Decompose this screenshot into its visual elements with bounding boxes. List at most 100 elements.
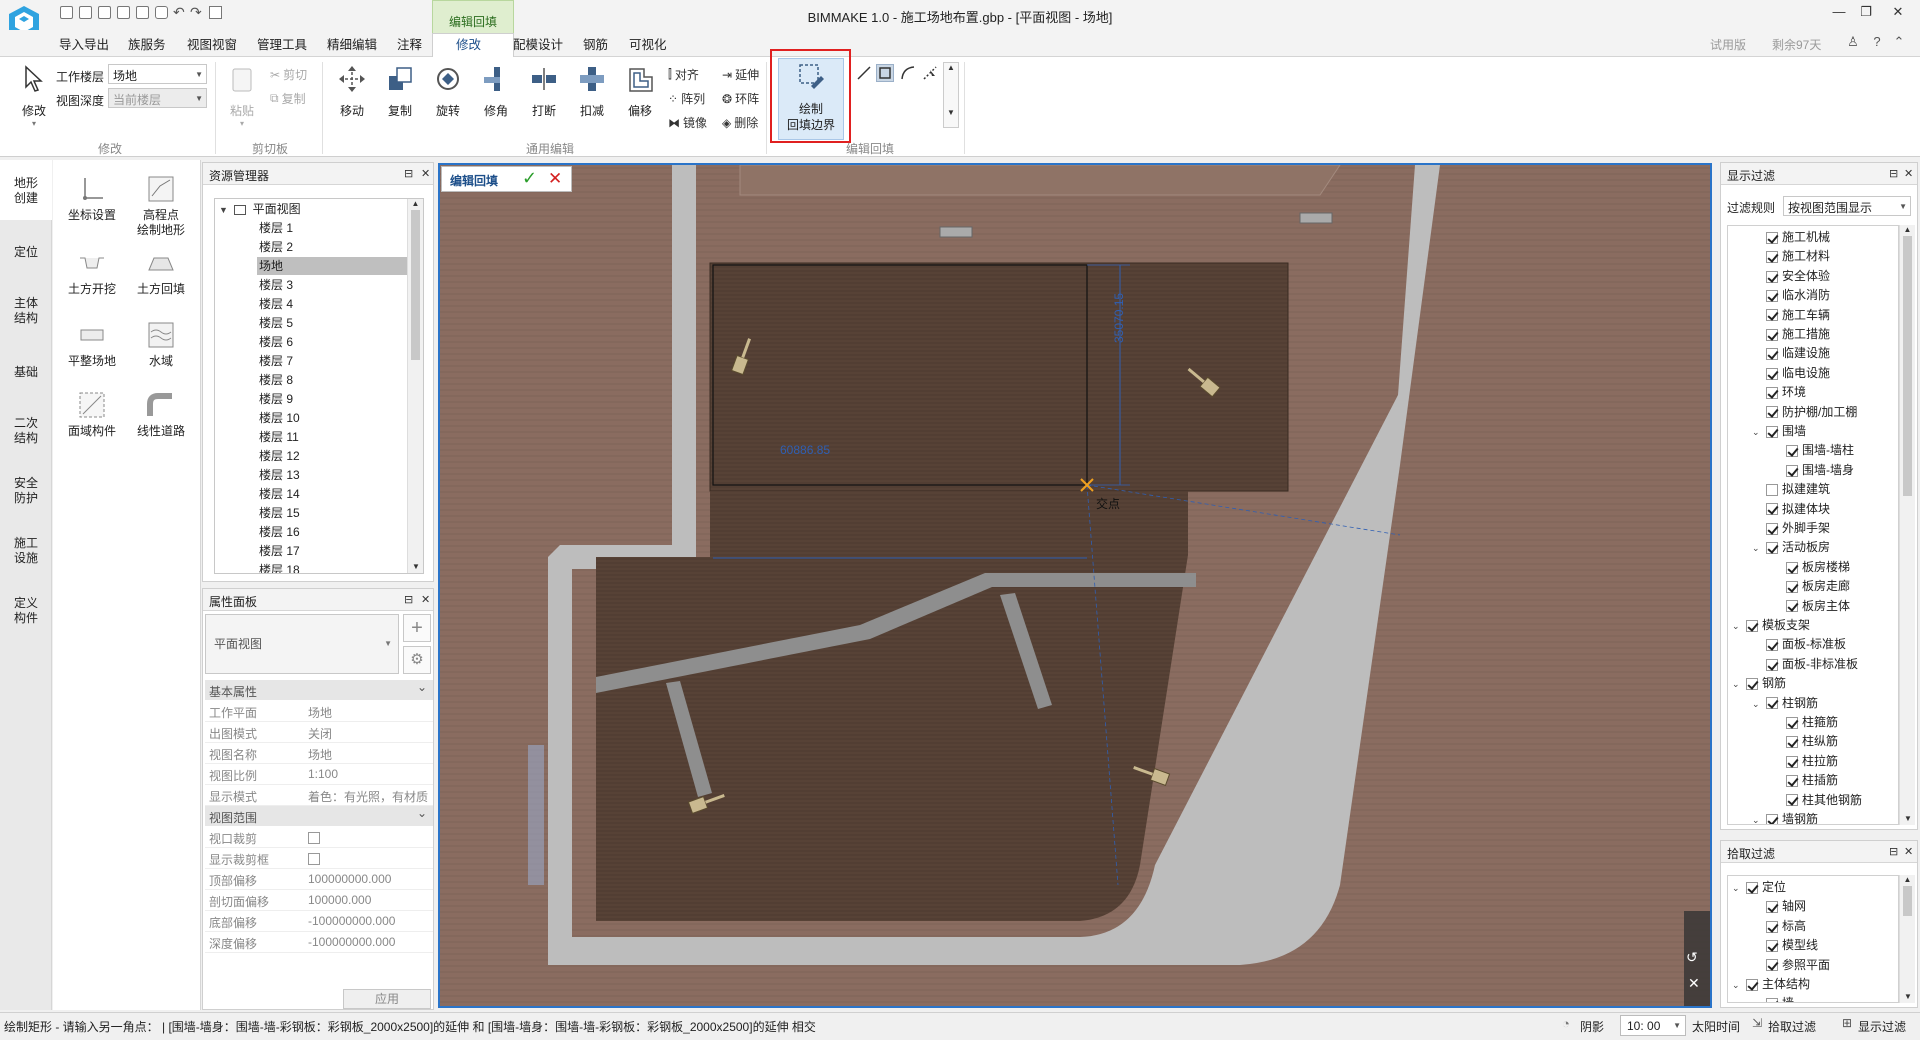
filter-item[interactable]: ⌄ 柱钢筋 xyxy=(1752,694,1818,713)
tree-item-floor[interactable]: 楼层 10 xyxy=(257,409,300,427)
filter-checkbox[interactable] xyxy=(1786,581,1798,594)
tab-rebar[interactable]: 钢筋 xyxy=(583,34,608,53)
dock-icon[interactable]: ⊟ xyxy=(1889,845,1898,858)
property-checkbox[interactable] xyxy=(308,852,320,865)
dock-icon[interactable]: ⊟ xyxy=(404,167,413,180)
filter-checkbox[interactable] xyxy=(1766,658,1778,671)
tab-management-tools[interactable]: 管理工具 xyxy=(257,34,307,53)
tree-item-floor[interactable]: 楼层 14 xyxy=(257,485,300,503)
tree-scrollbar[interactable]: ▲ ▼ xyxy=(407,199,423,573)
tree-item-floor[interactable]: 楼层 3 xyxy=(257,276,293,294)
trim-corner-button[interactable]: 修角 xyxy=(477,62,515,119)
ribbon-collapse-icon[interactable]: ⌃ xyxy=(1890,34,1908,50)
cut-button[interactable]: ✂ 剪切 xyxy=(270,66,307,83)
expand-icon[interactable]: ⌄ xyxy=(1752,695,1766,714)
filter-item[interactable]: 柱纵筋 xyxy=(1772,732,1838,751)
property-section-header[interactable]: 视图范围 ⌄ xyxy=(205,806,433,826)
tree-item-floor[interactable]: 楼层 11 xyxy=(257,428,299,446)
property-type-select[interactable]: 平面视图 ▼ xyxy=(205,614,399,674)
delete-button[interactable]: ◈ 删除 xyxy=(722,114,758,131)
filter-item[interactable]: 临水消防 xyxy=(1752,286,1830,305)
filter-item[interactable]: 环境 xyxy=(1752,383,1806,402)
tab-annotation[interactable]: 注释 xyxy=(397,34,422,53)
close-icon[interactable]: ✕ xyxy=(1885,4,1911,24)
filter-checkbox[interactable] xyxy=(1766,522,1778,535)
filter-item[interactable]: 柱其他钢筋 xyxy=(1772,791,1862,810)
filter-item[interactable]: 轴网 xyxy=(1752,897,1806,916)
add-type-icon[interactable]: + xyxy=(403,614,431,642)
elevation-terrain-tool[interactable]: 高程点 绘制地形 xyxy=(126,174,196,238)
draw-rectangle-icon[interactable] xyxy=(876,64,894,82)
rotate-button[interactable]: 旋转 xyxy=(429,62,467,119)
expand-icon[interactable]: ⌄ xyxy=(1732,976,1746,995)
property-value[interactable]: 1:100 xyxy=(308,767,431,781)
filter-checkbox[interactable] xyxy=(1786,794,1798,807)
view-depth-select[interactable]: 当前楼层 ▼ xyxy=(108,88,207,108)
time-select[interactable]: 10: 00 ▼ xyxy=(1620,1015,1686,1036)
property-value[interactable]: -100000000.000 xyxy=(308,914,431,928)
filter-item[interactable]: 板房楼梯 xyxy=(1772,558,1850,577)
filter-item[interactable]: 面板-非标准板 xyxy=(1752,655,1858,674)
tab-fine-edit[interactable]: 精细编辑 xyxy=(327,34,377,53)
filter-checkbox[interactable] xyxy=(1766,328,1778,341)
property-value[interactable]: 场地 xyxy=(308,704,431,721)
work-floor-select[interactable]: 场地 ▼ xyxy=(108,64,207,84)
level-site-tool[interactable]: 平整场地 xyxy=(57,320,127,369)
property-value[interactable]: -100000000.000 xyxy=(308,935,431,949)
filter-item[interactable]: 标高 xyxy=(1752,917,1806,936)
expand-icon[interactable]: ⌄ xyxy=(1732,617,1746,636)
filter-item[interactable]: 柱拉筋 xyxy=(1772,752,1838,771)
filter-item[interactable]: ⌄ 定位 xyxy=(1732,878,1786,897)
filter-checkbox[interactable] xyxy=(1766,270,1778,283)
filter-checkbox[interactable] xyxy=(1786,445,1798,458)
filter-checkbox[interactable] xyxy=(1746,881,1758,894)
property-value[interactable] xyxy=(308,851,431,865)
filter-checkbox[interactable] xyxy=(1766,367,1778,380)
category-positioning[interactable]: 定位 xyxy=(0,245,52,260)
offset-button[interactable]: 偏移 xyxy=(621,62,659,119)
move-button[interactable]: 移动 xyxy=(333,62,371,119)
expand-icon[interactable]: ⌄ xyxy=(1752,423,1766,442)
filter-checkbox[interactable] xyxy=(1786,561,1798,574)
tree-item-floor[interactable]: 楼层 7 xyxy=(257,352,293,370)
water-tool[interactable]: 水域 xyxy=(126,320,196,369)
filter-item[interactable]: 临电设施 xyxy=(1752,364,1830,383)
minimize-icon[interactable]: — xyxy=(1826,4,1852,24)
sun-time-label[interactable]: 太阳时间 xyxy=(1692,1018,1740,1035)
filter-checkbox[interactable] xyxy=(1746,678,1758,691)
tree-item-floor[interactable]: 楼层 16 xyxy=(257,523,300,541)
filter-checkbox[interactable] xyxy=(1766,290,1778,303)
filter-item[interactable]: 柱箍筋 xyxy=(1772,713,1838,732)
tree-item-floor[interactable]: 楼层 4 xyxy=(257,295,293,313)
tab-visualization[interactable]: 可视化 xyxy=(629,34,667,53)
filter-checkbox[interactable] xyxy=(1786,600,1798,613)
shadow-toggle[interactable]: 阴影 xyxy=(1580,1018,1604,1035)
filter-checkbox[interactable] xyxy=(1766,503,1778,516)
category-construction-facilities[interactable]: 施工设施 xyxy=(0,536,52,566)
category-secondary-structure[interactable]: 二次结构 xyxy=(0,416,52,446)
deduct-button[interactable]: 扣减 xyxy=(573,62,611,119)
filter-rule-select[interactable]: 按视图范围显示 ▼ xyxy=(1783,196,1911,216)
expand-icon[interactable]: ⌄ xyxy=(1752,539,1766,558)
filter-checkbox[interactable] xyxy=(1766,348,1778,361)
backfill-tool[interactable]: 土方回填 xyxy=(126,248,196,297)
filter-item[interactable]: 施工车辆 xyxy=(1752,306,1830,325)
filter-item[interactable]: 施工机械 xyxy=(1752,228,1830,247)
filter-item[interactable]: 面板-标准板 xyxy=(1752,635,1846,654)
restore-icon[interactable]: ❐ xyxy=(1853,4,1879,24)
filter-item[interactable]: ⌄ 主体结构 xyxy=(1732,975,1810,994)
filter-checkbox[interactable] xyxy=(1766,542,1778,555)
filter-checkbox[interactable] xyxy=(1746,619,1758,632)
align-button[interactable]: ⫿ 对齐 xyxy=(668,66,699,83)
pick-filter-toggle[interactable]: 拾取过滤 xyxy=(1768,1018,1816,1035)
copy-button[interactable]: 复制 xyxy=(381,62,419,119)
filter-item[interactable]: 模型线 xyxy=(1752,936,1818,955)
tab-family-service[interactable]: 族服务 xyxy=(128,34,166,53)
filter-item[interactable]: 墙 xyxy=(1752,994,1794,1002)
cancel-icon[interactable]: ✕ xyxy=(548,169,562,189)
draw-tools-scrollbar[interactable]: ▲ ▼ xyxy=(943,62,959,128)
tree-item-floor[interactable]: 楼层 6 xyxy=(257,333,293,351)
site-drawing[interactable] xyxy=(440,165,1712,1008)
pick-line-icon[interactable] xyxy=(921,64,939,82)
filter-checkbox[interactable] xyxy=(1786,716,1798,729)
